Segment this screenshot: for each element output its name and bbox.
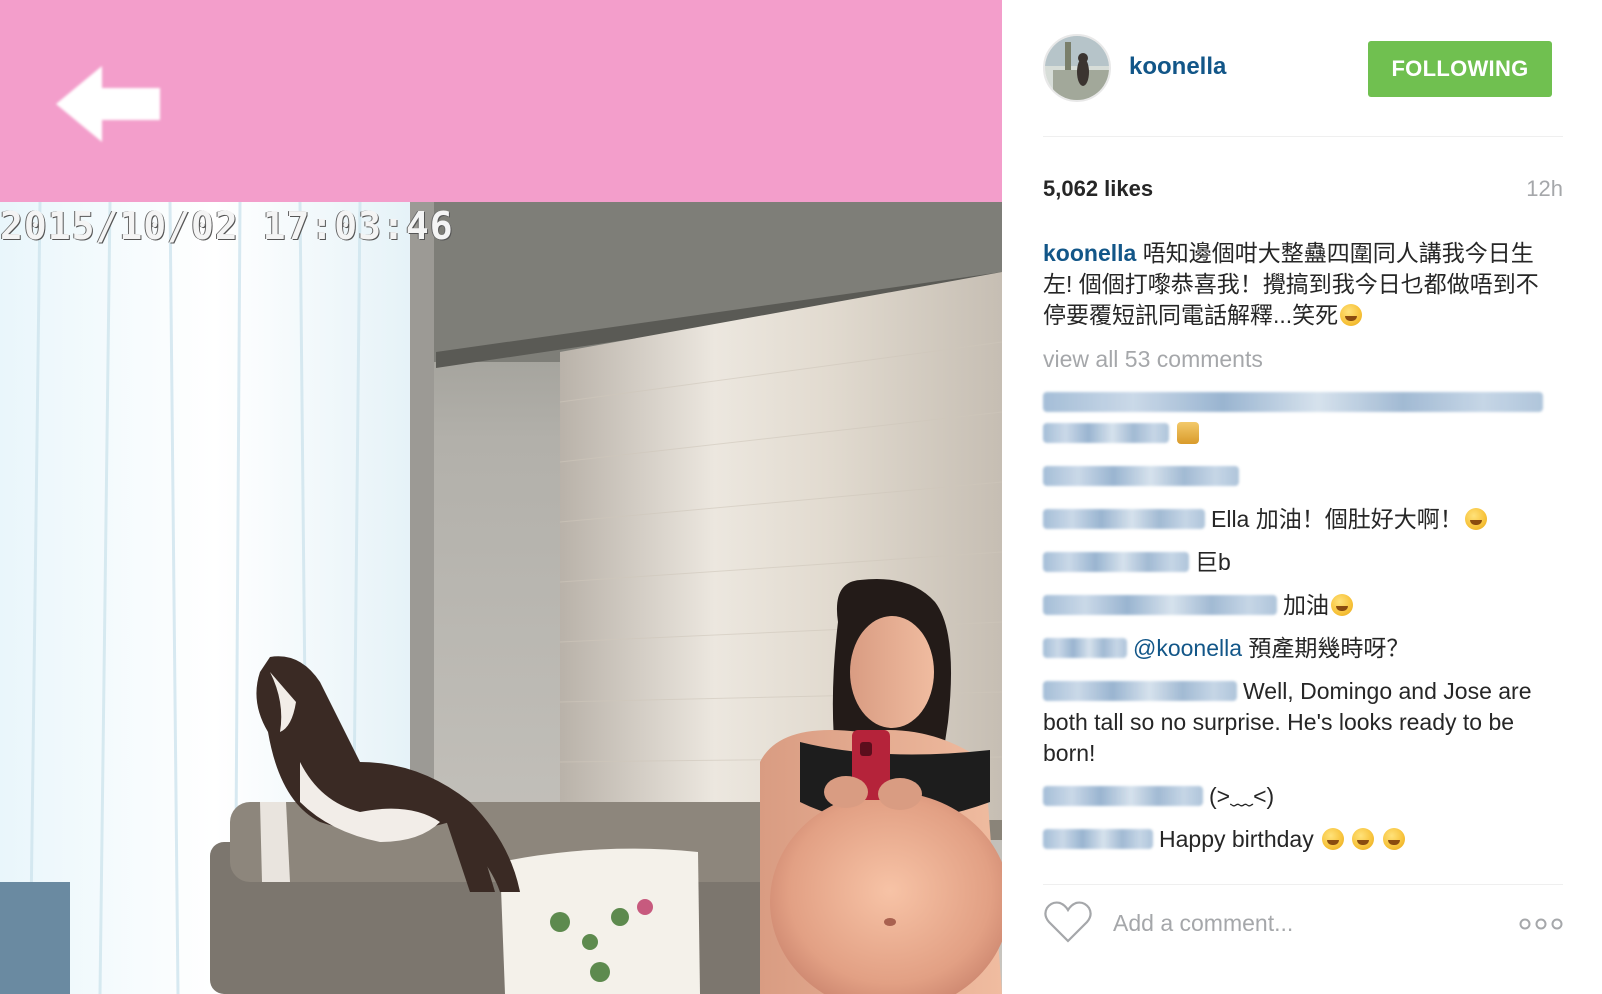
avatar[interactable] — [1043, 34, 1111, 102]
blurred-username[interactable] — [1043, 829, 1153, 849]
app-pink-header-bar — [0, 0, 1002, 202]
list-item: 巨b — [1043, 547, 1555, 578]
instagram-post-view: 2015/10/02 17:03:46 koonella FOLLOWING 5… — [0, 0, 1602, 994]
comment-text: (>﹏<) — [1209, 783, 1275, 809]
blurred-username — [1043, 466, 1239, 486]
post-side-panel: koonella FOLLOWING 5,062 likes 12h koone… — [1002, 0, 1602, 994]
likes-count[interactable]: 5,062 likes — [1043, 176, 1153, 202]
blurred-username — [1043, 392, 1543, 412]
list-item: Ella 加油！個肚好大啊！ — [1043, 504, 1555, 535]
comment-text: 加油 — [1283, 592, 1329, 618]
comment-mention[interactable]: @koonella — [1133, 635, 1242, 661]
blurred-username[interactable] — [1043, 638, 1127, 658]
comments-section: koonella 唔知邊個咁大整蠱四圍同人講我今日生左! 個個打嚟恭喜我！攪搞到… — [1043, 238, 1555, 855]
post-time-ago[interactable]: 12h — [1526, 176, 1563, 202]
list-item: Happy birthday — [1043, 824, 1555, 855]
divider — [1043, 136, 1563, 137]
comment-text: 預產期幾時呀？ — [1242, 635, 1410, 661]
post-header: koonella FOLLOWING — [1043, 34, 1563, 104]
back-arrow-icon[interactable] — [52, 62, 164, 146]
comment-text: Ella 加油！個肚好大啊！ — [1211, 506, 1463, 532]
heart-icon[interactable] — [1043, 900, 1093, 944]
tears-of-joy-emoji-icon — [1352, 828, 1375, 850]
grimacing-emoji-icon — [1464, 508, 1487, 530]
post-photo: 2015/10/02 17:03:46 — [0, 0, 1002, 994]
divider — [1043, 884, 1563, 885]
comment-text: Happy birthday — [1159, 826, 1314, 852]
blurred-username[interactable] — [1043, 681, 1237, 701]
more-options-icon[interactable] — [1519, 916, 1563, 932]
comment-text: 巨b — [1195, 549, 1231, 575]
camera-scene — [0, 202, 1002, 994]
blurred-username[interactable] — [1043, 509, 1205, 529]
kissing-emoji-icon — [1331, 594, 1353, 616]
list-item — [1043, 387, 1555, 449]
caption-username[interactable]: koonella — [1043, 240, 1136, 266]
blurred-username[interactable] — [1043, 786, 1203, 806]
list-item: 加油 — [1043, 590, 1555, 621]
view-all-comments-link[interactable]: view all 53 comments — [1043, 344, 1555, 375]
caption: koonella 唔知邊個咁大整蠱四圍同人講我今日生左! 個個打嚟恭喜我！攪搞到… — [1043, 238, 1555, 331]
list-item: @koonella 預產期幾時呀？ — [1043, 633, 1555, 664]
comment-footer — [1043, 896, 1563, 956]
add-comment-input[interactable] — [1113, 910, 1473, 937]
list-item — [1043, 461, 1555, 492]
list-item: Well, Domingo and Jose are both tall so … — [1043, 676, 1555, 769]
blurred-username[interactable] — [1043, 552, 1189, 572]
blurred-comment-text — [1043, 423, 1169, 443]
sweat-smile-emoji-icon — [1340, 304, 1363, 326]
camera-timestamp: 2015/10/02 17:03:46 — [0, 204, 454, 248]
tears-of-joy-emoji-icon — [1322, 828, 1345, 850]
post-username[interactable]: koonella — [1129, 53, 1226, 81]
list-item: (>﹏<) — [1043, 781, 1555, 812]
hands-emoji-icon — [1177, 422, 1199, 444]
following-button[interactable]: FOLLOWING — [1368, 41, 1552, 97]
blurred-username[interactable] — [1043, 595, 1277, 615]
tears-of-joy-emoji-icon — [1382, 828, 1405, 850]
